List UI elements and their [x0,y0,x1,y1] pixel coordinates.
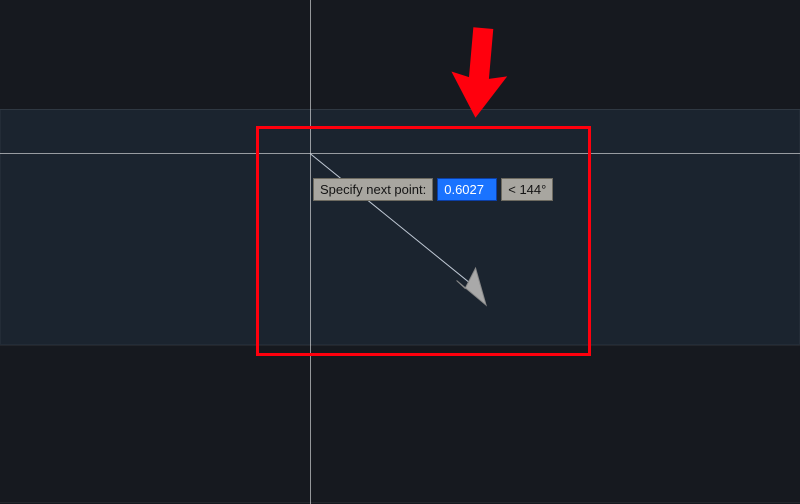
direction-arrowhead-icon [450,262,496,308]
dynamic-input-tooltip: Specify next point: 0.6027 < 144° [313,178,553,201]
angle-value: 144° [519,182,546,197]
prompt-label: Specify next point: [313,178,433,201]
crosshair-horizontal [0,153,800,154]
grid-line-horizontal-minor [0,345,800,346]
grid-line-horizontal-minor [0,502,800,503]
grid-line-horizontal-minor [0,109,800,110]
distance-input[interactable]: 0.6027 [437,178,497,201]
angle-readout[interactable]: < 144° [501,178,553,201]
drawing-canvas[interactable]: Specify next point: 0.6027 < 144° [0,0,800,504]
callout-arrow-icon [420,6,540,126]
angle-prefix: < [508,182,516,197]
crosshair-vertical [310,0,311,504]
